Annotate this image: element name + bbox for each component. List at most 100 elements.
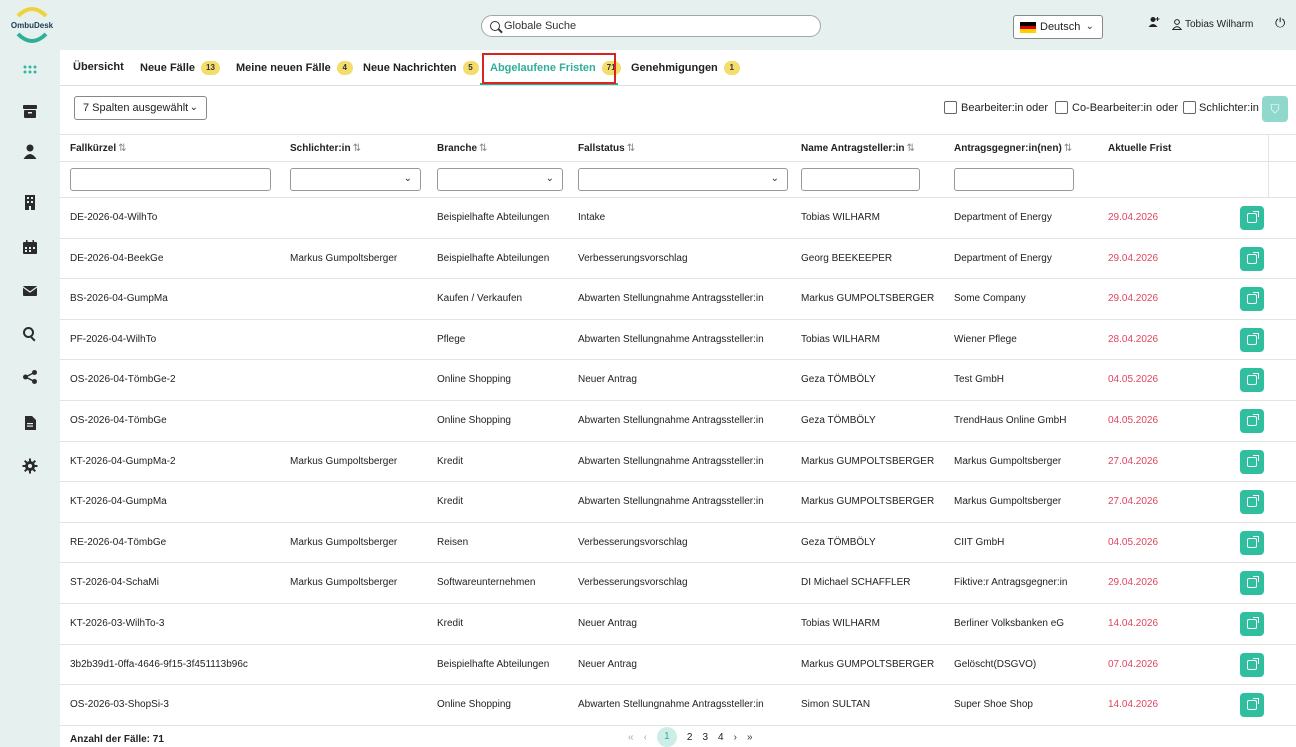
open-case-button[interactable]: [1240, 612, 1264, 636]
cell-schlichter: Markus Gumpoltsberger: [290, 455, 398, 467]
open-case-button[interactable]: [1240, 490, 1264, 515]
sidebar-building-icon[interactable]: [0, 182, 60, 222]
cell-frist: 29.04.2026: [1108, 293, 1159, 305]
sidebar-settings-gear-icon[interactable]: [0, 446, 60, 486]
last-page-icon[interactable]: »: [747, 732, 753, 743]
external-link-icon: [1247, 211, 1259, 223]
column-selector[interactable]: 7 Spalten ausgewählt ⌄: [74, 96, 207, 120]
col-header-schlichter[interactable]: Schlichter:in ⇅: [290, 143, 361, 154]
open-case-button[interactable]: [1240, 287, 1264, 312]
open-case-button[interactable]: [1240, 530, 1264, 555]
cobearbeiter-checkbox[interactable]: [1055, 101, 1068, 114]
open-case-button[interactable]: [1240, 327, 1264, 352]
table-row[interactable]: RE-2026-04-TömbGe Markus Gumpoltsberger Re…: [60, 523, 1296, 564]
sidebar-dashboard-grid-icon[interactable]: [0, 50, 60, 90]
open-case-button[interactable]: [1240, 206, 1264, 230]
apply-filter-button[interactable]: ⛉: [1262, 96, 1288, 122]
language-label: Deutsch: [1040, 21, 1081, 33]
external-link-icon: [1247, 251, 1259, 264]
global-search-input[interactable]: Globale Suche: [481, 15, 821, 37]
user-name[interactable]: Tobias Wilharm: [1185, 19, 1253, 30]
sidebar-search-icon[interactable]: [0, 314, 60, 354]
user-icon[interactable]: [1171, 18, 1183, 33]
cell-fallstatus: Verbesserungsvorschlag: [578, 536, 688, 548]
branche-filter-select[interactable]: ⌄: [437, 168, 563, 191]
open-case-button[interactable]: [1240, 571, 1264, 596]
cell-antragsgegner: Fiktive:r Antragsgegner:in: [954, 577, 1068, 589]
table-row[interactable]: KT-2026-03-WilhTo-3 Kredit Neuer Antrag Tob…: [60, 604, 1296, 645]
table-row[interactable]: KT-2026-04-GumpMa-2 Markus Gumpoltsberger…: [60, 442, 1296, 483]
tab-neue-nachrichten[interactable]: Neue Nachrichten 5: [363, 61, 479, 75]
cell-branche: Reisen: [437, 536, 469, 548]
sidebar-archive-icon[interactable]: [0, 91, 60, 131]
cell-antragsgegner: TrendHaus Online GmbH: [954, 415, 1067, 426]
fallkuerzel-filter-input[interactable]: [70, 168, 271, 191]
first-page-icon[interactable]: «: [628, 732, 634, 743]
tab-neue-faelle[interactable]: Neue Fälle 13: [140, 61, 220, 75]
cell-antragsteller: Markus GUMPOLTSBERGER: [801, 496, 935, 508]
table-row[interactable]: OS-2026-04-TömbGe Online Shopping Abwarten…: [60, 401, 1296, 442]
schlichter-checkbox[interactable]: [1183, 101, 1196, 114]
cell-fallkuerzel: DE-2026-04-WilhTo: [70, 212, 158, 223]
antragsteller-filter-input[interactable]: [801, 168, 920, 191]
table-row[interactable]: 3b2b39d1-0ffa-4646-9f15-3f451113b96c Beis…: [60, 645, 1296, 686]
open-case-button[interactable]: [1240, 409, 1264, 433]
sidebar-user-icon[interactable]: [0, 131, 60, 171]
open-case-button[interactable]: [1240, 652, 1264, 677]
tab-meine-neuen-faelle[interactable]: Meine neuen Fälle 4: [236, 61, 353, 75]
page-button[interactable]: 2: [687, 732, 693, 743]
sidebar-mail-icon[interactable]: [0, 271, 60, 311]
next-page-icon[interactable]: ›: [734, 732, 737, 743]
cell-antragsteller: Markus GUMPOLTSBERGER: [801, 658, 935, 670]
table-row[interactable]: PF-2026-04-WilhTo Pflege Abwarten Stellung…: [60, 320, 1296, 361]
col-header-fallstatus[interactable]: Fallstatus ⇅: [578, 143, 635, 154]
col-header-antragsteller[interactable]: Name Antragsteller:in ⇅: [801, 143, 915, 154]
col-header-branche[interactable]: Branche ⇅: [437, 143, 487, 154]
language-select[interactable]: Deutsch ⌄: [1013, 15, 1103, 39]
sort-icon: ⇅: [352, 143, 361, 154]
antragsgegner-filter-input[interactable]: [954, 168, 1074, 191]
table-row[interactable]: OS-2026-03-ShopSi-3 Online Shopping Abwart…: [60, 685, 1296, 726]
external-link-icon: [1247, 698, 1259, 711]
page-button[interactable]: 1: [656, 727, 677, 747]
col-header-fallkuerzel[interactable]: Fallkürzel ⇅: [70, 143, 127, 154]
cell-antragsgegner: Super Shoe Shop: [954, 699, 1033, 711]
table-row[interactable]: OS-2026-04-TömbGe-2 Online Shopping Neuer …: [60, 360, 1296, 401]
open-case-button[interactable]: [1240, 449, 1264, 474]
cell-antragsgegner: Some Company: [954, 293, 1026, 305]
bearbeiter-label: Bearbeiter:in: [961, 102, 1024, 114]
tab-uebersicht[interactable]: Übersicht: [73, 61, 124, 73]
logo-text: OmbuDesk: [10, 21, 54, 30]
cell-fallstatus: Verbesserungsvorschlag: [578, 252, 688, 264]
cell-fallkuerzel: 3b2b39d1-0ffa-4646-9f15-3f451113b96c: [70, 658, 248, 670]
page-button[interactable]: 3: [702, 732, 708, 743]
ombudesk-logo[interactable]: OmbuDesk: [4, 4, 60, 48]
col-header-antragsgegner[interactable]: Antragsgegner:in(nen) ⇅: [954, 143, 1072, 154]
table-row[interactable]: BS-2026-04-GumpMa Kaufen / Verkaufen Abwar…: [60, 279, 1296, 320]
add-user-icon[interactable]: [1148, 16, 1160, 31]
cell-fallstatus: Neuer Antrag: [578, 658, 637, 670]
or-label: oder: [1156, 102, 1179, 114]
table-row[interactable]: ST-2026-04-SchaMi Markus Gumpoltsberger So…: [60, 563, 1296, 604]
sidebar-calendar-icon[interactable]: [0, 227, 60, 267]
open-case-button[interactable]: [1240, 693, 1264, 718]
cell-branche: Online Shopping: [437, 699, 511, 711]
page-button[interactable]: 4: [718, 732, 724, 743]
bearbeiter-checkbox[interactable]: [944, 101, 957, 114]
cell-fallkuerzel: PF-2026-04-WilhTo: [70, 333, 157, 345]
schlichter-filter-select[interactable]: ⌄: [290, 168, 421, 191]
logout-power-icon[interactable]: ⏻: [1275, 15, 1285, 31]
table-row[interactable]: KT-2026-04-GumpMa Kredit Abwarten Stellung…: [60, 482, 1296, 523]
search-icon: [490, 21, 500, 31]
fallstatus-filter-select[interactable]: ⌄: [578, 168, 788, 191]
tab-genehmigungen[interactable]: Genehmigungen 1: [631, 61, 740, 75]
prev-page-icon[interactable]: ‹: [644, 732, 647, 743]
sort-icon: ⇅: [906, 143, 915, 154]
table-row[interactable]: DE-2026-04-WilhTo Beispielhafte Abteilung…: [60, 198, 1296, 239]
sidebar-share-icon[interactable]: [0, 357, 60, 397]
sidebar-document-icon[interactable]: [0, 403, 60, 443]
table-row[interactable]: DE-2026-04-BeekGe Markus Gumpoltsberger Be…: [60, 239, 1296, 280]
cell-branche: Online Shopping: [437, 415, 511, 426]
open-case-button[interactable]: [1240, 246, 1264, 271]
open-case-button[interactable]: [1240, 368, 1264, 393]
